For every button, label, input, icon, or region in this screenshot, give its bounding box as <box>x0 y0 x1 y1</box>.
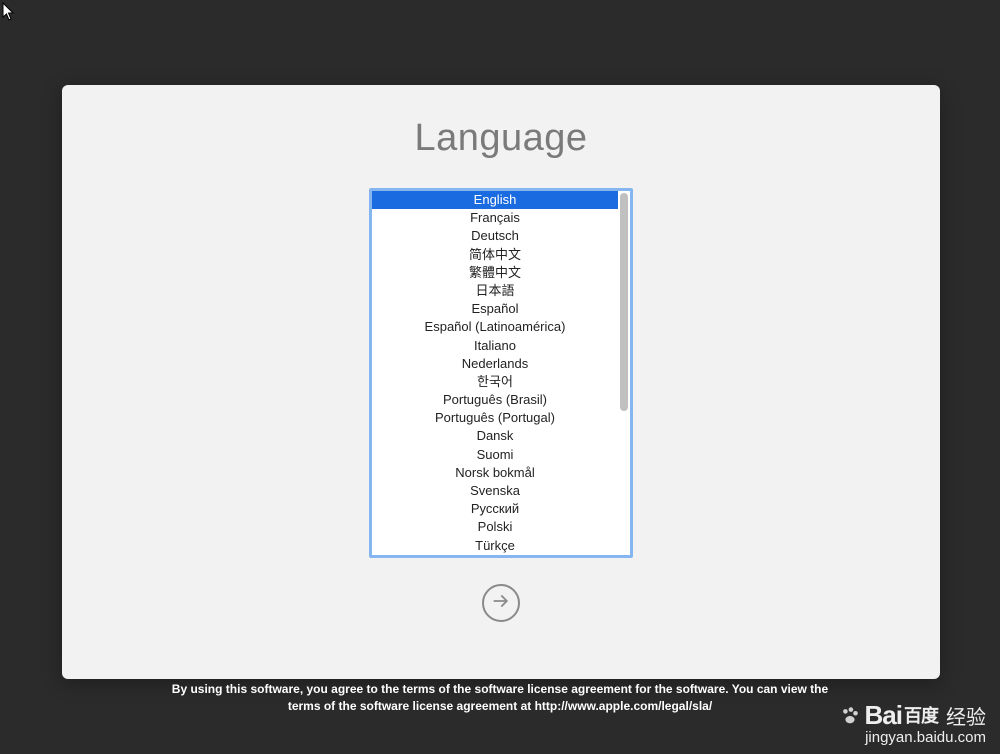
language-option[interactable]: English <box>372 191 618 209</box>
scrollbar-thumb[interactable] <box>620 193 628 411</box>
setup-panel: Language EnglishFrançaisDeutsch简体中文繁體中文日… <box>62 85 940 679</box>
language-option[interactable]: Italiano <box>372 337 618 355</box>
page-title: Language <box>414 117 587 160</box>
language-option[interactable]: Dansk <box>372 427 618 445</box>
language-option[interactable]: 한국어 <box>372 373 618 391</box>
language-list[interactable]: EnglishFrançaisDeutsch简体中文繁體中文日本語Español… <box>372 191 618 555</box>
language-option[interactable]: Español <box>372 300 618 318</box>
language-option[interactable]: Türkçe <box>372 537 618 555</box>
language-option[interactable]: Svenska <box>372 482 618 500</box>
watermark-suffix: 经验 <box>946 701 986 730</box>
language-listbox[interactable]: EnglishFrançaisDeutsch简体中文繁體中文日本語Español… <box>369 188 633 558</box>
scrollbar-track[interactable] <box>618 191 630 555</box>
language-option[interactable]: Deutsch <box>372 227 618 245</box>
language-option[interactable]: Português (Portugal) <box>372 409 618 427</box>
language-option[interactable]: 简体中文 <box>372 246 618 264</box>
language-option[interactable]: Русский <box>372 500 618 518</box>
mouse-cursor <box>2 2 16 22</box>
watermark-url: jingyan.baidu.com <box>839 729 986 746</box>
language-option[interactable]: Nederlands <box>372 355 618 373</box>
next-button[interactable] <box>482 584 520 622</box>
paw-icon <box>839 705 861 727</box>
watermark: Bai百度 经验 jingyan.baidu.com <box>839 700 986 746</box>
language-option[interactable]: Français <box>372 209 618 227</box>
language-option[interactable]: Português (Brasil) <box>372 391 618 409</box>
language-option[interactable]: Español (Latinoamérica) <box>372 318 618 336</box>
arrow-right-icon <box>491 591 511 616</box>
language-option[interactable]: 日本語 <box>372 282 618 300</box>
language-option[interactable]: Norsk bokmål <box>372 464 618 482</box>
language-option[interactable]: Suomi <box>372 446 618 464</box>
language-option[interactable]: Polski <box>372 518 618 536</box>
watermark-brand-latin: Bai <box>865 700 902 730</box>
language-option[interactable]: 繁體中文 <box>372 264 618 282</box>
watermark-brand-cn: 百度 <box>904 706 938 726</box>
